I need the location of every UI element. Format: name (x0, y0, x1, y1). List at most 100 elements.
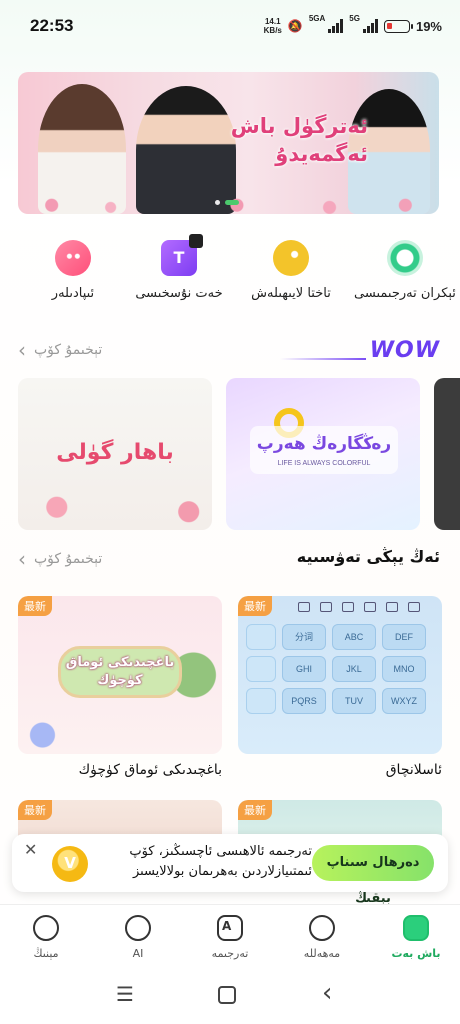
key: ABC (332, 624, 376, 650)
screen-translate-icon (387, 240, 423, 276)
theme-card-lion[interactable]: 最新 分词 ABC DEF GHI JKL MNO PQRS TUV WXYZ (238, 596, 442, 754)
tab-home[interactable]: باش بەت (370, 915, 460, 960)
toolbar-icon (298, 602, 310, 612)
shortcut-label: ئېكران تەرجىمىسى (354, 286, 456, 301)
wow-card-title: باھار گۈلى (56, 440, 174, 465)
wow-card-subtitle: LIFE IS ALWAYS COLORFUL (277, 460, 371, 467)
network-label-1: 5GA (308, 14, 326, 23)
toolbar-icon (320, 602, 332, 612)
shortcut-emoji[interactable]: ئىپادىلەر (18, 240, 128, 301)
key: MNO (382, 656, 426, 682)
speed-unit: KB/s (263, 26, 282, 35)
status-bar: 22:53 14.1 KB/s 🔕 5GA 5G 19% (0, 0, 460, 56)
tab-label: AI (132, 947, 144, 960)
emoji-icon (55, 240, 91, 276)
menu-icon[interactable]: ☰ (116, 982, 134, 1006)
bottom-tab-bar: باش بەت مەھەللە تەرجىمە AI مېنىڭ (0, 904, 460, 968)
wow-logo: WOW (279, 338, 440, 363)
wow-card-spring-flower[interactable]: باھار گۈلى (18, 378, 212, 530)
toolbar-icon (364, 602, 376, 612)
promo-text: تەرجىمە ئالاھىسى ئاچسىڭىز، كۆپ ئىمتىيازل… (129, 844, 312, 879)
toolbar-icon (386, 602, 398, 612)
keyboard-toolbar (298, 602, 420, 612)
plaque-text: باغچىدىكى ئوماق كۈچۈك (65, 655, 175, 688)
speed-value: 14.1 (264, 17, 281, 26)
shortcut-fonts[interactable]: T خەت نۇسخىسى (124, 234, 234, 301)
vip-badge-icon (52, 846, 88, 882)
wow-section-header: ‹ تېخىمۇ كۆپ WOW (0, 336, 460, 366)
shortcut-row: ئېكران تەرجىمىسى تاختا لايىھىلەش T خەت ن… (0, 234, 460, 310)
key: TUV (332, 688, 376, 714)
network-label-2: 5G (349, 14, 360, 23)
home-square-icon[interactable] (218, 986, 236, 1004)
theme-name: باغچىدىكى ئوماق كۈچۈك (78, 762, 222, 778)
new-section-header: ‹ تېخىمۇ كۆپ ئەڭ يېڭى تەۋسىيە (0, 545, 460, 575)
key: WXYZ (382, 688, 426, 714)
palette-icon (273, 240, 309, 276)
key: GHI (282, 656, 326, 682)
theme-name: ئاسلانچاق (385, 762, 442, 778)
more-label: تېخىمۇ كۆپ (34, 342, 103, 358)
planet-icon (309, 915, 335, 941)
section-title: ئەڭ يېڭى تەۋسىيە (296, 547, 440, 566)
tab-label: تەرجىمە (211, 947, 249, 960)
pagination-dot (215, 200, 220, 205)
new-badge: 最新 (238, 596, 272, 616)
key: 分词 (282, 624, 326, 650)
tab-label: مەھەللە (303, 947, 341, 960)
shortcut-label: تاختا لايىھىلەش (251, 286, 331, 301)
close-icon[interactable]: ✕ (24, 840, 37, 859)
battery-icon (383, 19, 413, 33)
status-time: 22:53 (30, 16, 74, 35)
translate-promo: ✕ تەرجىمە ئالاھىسى ئاچسىڭىز، كۆپ ئىمتىيا… (12, 834, 448, 906)
chevron-left-icon: ‹ (18, 547, 26, 571)
toolbar-icon (408, 602, 420, 612)
keyboard-side-keys (246, 624, 276, 720)
promo-banner[interactable]: ئەترگۈل باش ئەگمەيدۇ (18, 72, 439, 214)
more-label: تېخىمۇ كۆپ (34, 551, 103, 567)
shortcut-screen-translate[interactable]: ئېكران تەرجىمىسى (350, 240, 460, 301)
home-icon (403, 915, 429, 941)
system-nav-bar: ☰ ‹ (0, 968, 460, 1024)
key: JKL (332, 656, 376, 682)
shortcut-board-design[interactable]: تاختا لايىھىلەش (236, 240, 346, 301)
chevron-left-icon: ‹ (18, 338, 26, 362)
wow-card-partial[interactable] (434, 378, 460, 530)
tab-ai[interactable]: AI (92, 915, 184, 960)
translate-icon (217, 915, 243, 941)
tab-community[interactable]: مەھەللە (276, 915, 368, 960)
banner-pagination (215, 200, 239, 205)
new-more-link[interactable]: ‹ تېخىمۇ كۆپ (18, 549, 102, 569)
new-badge: 最新 (238, 800, 272, 820)
banner-title: ئەترگۈل باش ئەگمەيدۇ (230, 114, 368, 166)
try-now-button[interactable]: دەرھال سىناپ بېقىڭ (312, 845, 434, 906)
side-key (246, 656, 276, 682)
wow-carousel: باھار گۈلى رەڭگارەڭ ھەرپ LIFE IS ALWAYS … (0, 378, 460, 530)
keyboard-preview: 分词 ABC DEF GHI JKL MNO PQRS TUV WXYZ (282, 624, 432, 714)
new-badge: 最新 (18, 800, 52, 820)
profile-icon (33, 915, 59, 941)
alarm-muted-icon: 🔕 (287, 19, 303, 33)
pagination-dot-active (225, 200, 239, 205)
side-key (246, 624, 276, 650)
ai-icon (125, 915, 151, 941)
font-glyph: T (173, 248, 185, 267)
wow-card-colorful-letters[interactable]: رەڭگارەڭ ھەرپ LIFE IS ALWAYS COLORFUL (226, 378, 420, 530)
tab-profile[interactable]: مېنىڭ (0, 915, 92, 960)
theme-card-garden-puppy[interactable]: 最新 باغچىدىكى ئوماق كۈچۈك (18, 596, 222, 754)
back-icon[interactable]: ‹ (322, 978, 332, 1008)
battery-percent: 19% (415, 18, 442, 34)
tab-label: باش بەت (391, 947, 441, 960)
shortcut-label: خەت نۇسخىسى (135, 286, 223, 301)
wow-more-link[interactable]: ‹ تېخىمۇ كۆپ (18, 340, 102, 360)
tab-label: مېنىڭ (33, 947, 59, 960)
signal-icon (328, 19, 344, 33)
tab-translate[interactable]: تەرجىمە (184, 915, 276, 960)
font-icon: T (161, 234, 203, 276)
key: PQRS (282, 688, 326, 714)
key: DEF (382, 624, 426, 650)
font-badge-icon (189, 234, 203, 248)
shortcut-label: ئىپادىلەر (51, 286, 95, 301)
network-speed: 14.1 KB/s (264, 17, 282, 35)
wow-card-title: رەڭگارەڭ ھەرپ (256, 434, 392, 454)
